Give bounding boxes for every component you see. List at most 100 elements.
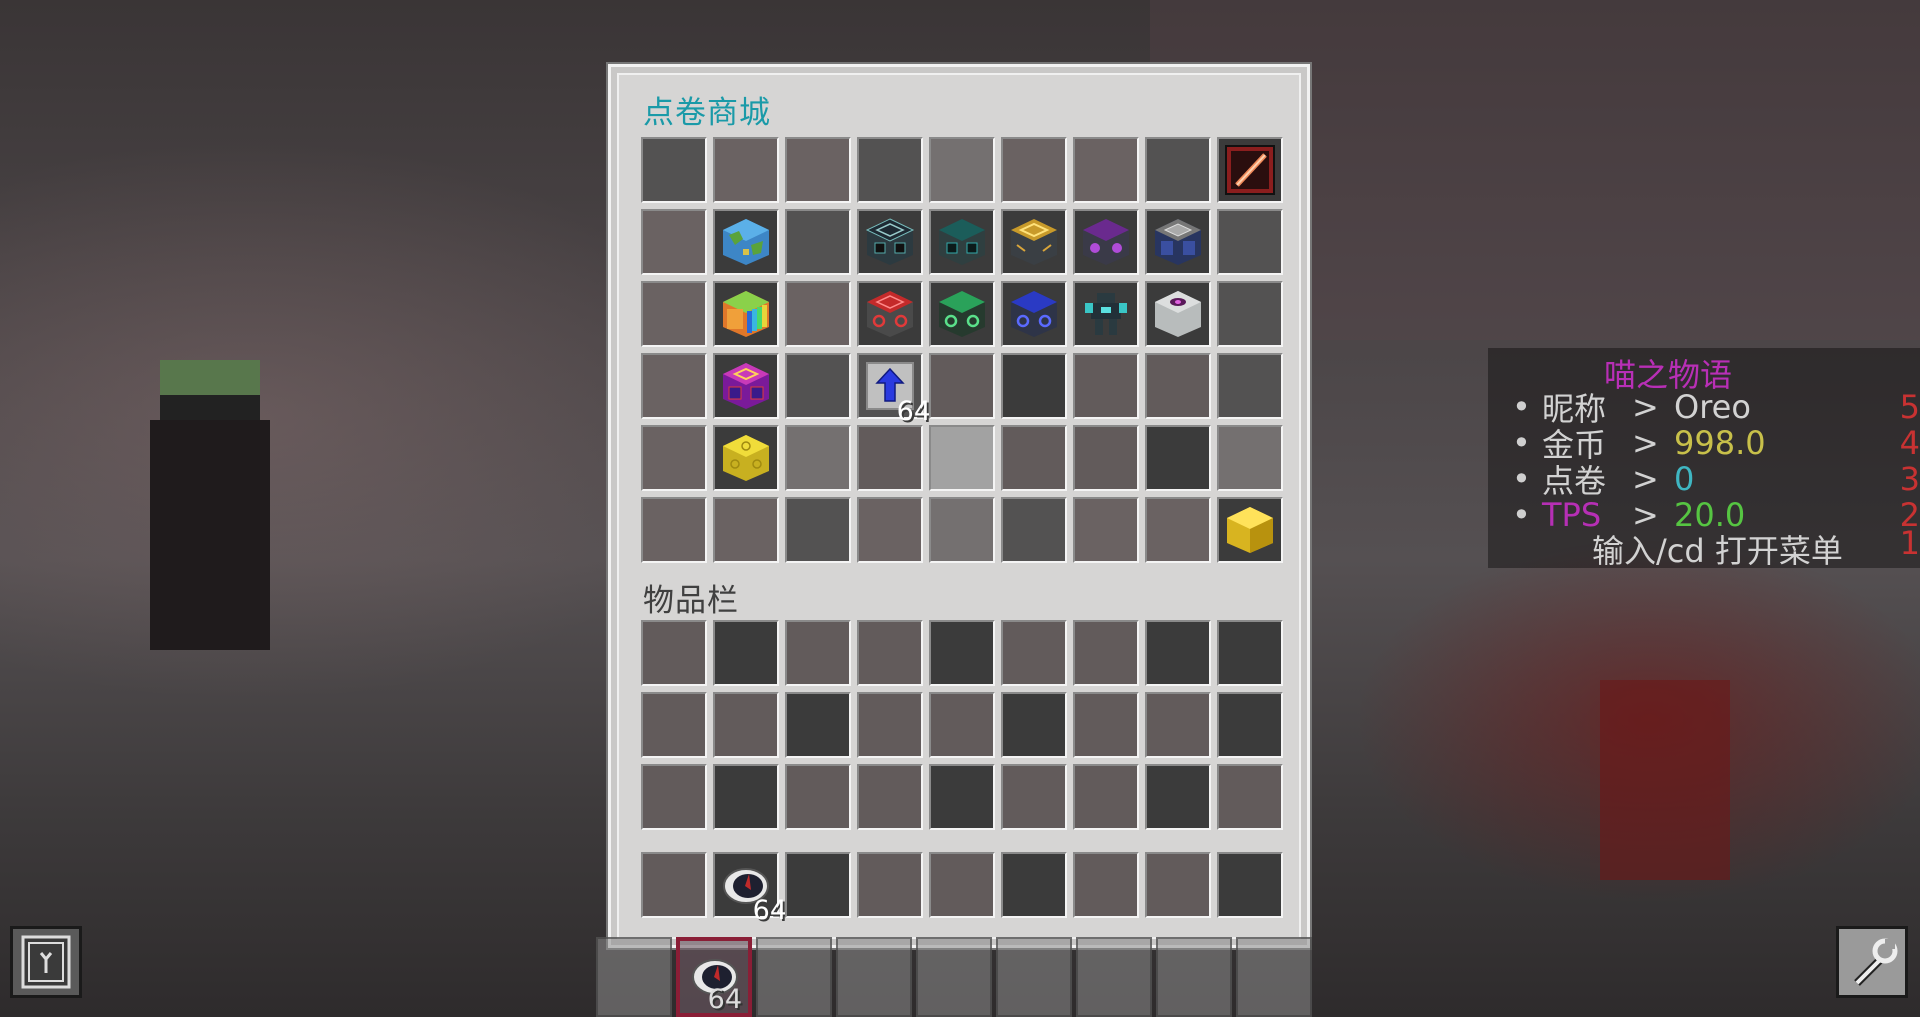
shop-slot[interactable]	[1001, 497, 1067, 563]
shop-slot[interactable]	[1217, 425, 1283, 491]
shop-slot[interactable]	[1217, 137, 1283, 203]
shop-slot[interactable]	[713, 497, 779, 563]
inventory-slot[interactable]	[1145, 692, 1211, 758]
shop-slot[interactable]	[1001, 425, 1067, 491]
inventory-slot[interactable]	[857, 764, 923, 830]
shop-slot[interactable]	[1001, 209, 1067, 275]
inventory-hotbar-slot[interactable]: 64	[713, 852, 787, 926]
inventory-slot[interactable]	[1217, 692, 1283, 758]
shop-slot[interactable]	[641, 281, 707, 347]
inventory-slot[interactable]	[1217, 620, 1283, 686]
shop-slot[interactable]	[1217, 353, 1283, 419]
shop-slot[interactable]	[929, 425, 995, 491]
shop-slot[interactable]	[785, 281, 851, 347]
shop-slot[interactable]	[1073, 209, 1139, 275]
shop-slot[interactable]	[929, 209, 995, 275]
inventory-slot[interactable]	[857, 620, 923, 686]
shop-slot[interactable]	[1001, 353, 1067, 419]
inventory-slot[interactable]	[1073, 692, 1139, 758]
hotbar-slot[interactable]	[1236, 937, 1312, 1017]
hotbar-slot[interactable]	[916, 937, 992, 1017]
inventory-hotbar-slot[interactable]	[641, 852, 707, 918]
inventory-hotbar-slot[interactable]	[1073, 852, 1139, 918]
shop-slot[interactable]	[1145, 281, 1211, 347]
hotbar-slot[interactable]	[1156, 937, 1232, 1017]
inventory-slot[interactable]	[1001, 620, 1067, 686]
shop-slot[interactable]	[641, 137, 707, 203]
inventory-slot[interactable]	[785, 764, 851, 830]
wrench-icon[interactable]	[1836, 926, 1908, 998]
inventory-hotbar-slot[interactable]	[1217, 852, 1283, 918]
shop-slot[interactable]	[641, 497, 707, 563]
shop-slot[interactable]	[929, 497, 995, 563]
inventory-hotbar-slot[interactable]	[857, 852, 923, 918]
shop-slot[interactable]	[641, 209, 707, 275]
inventory-slot[interactable]	[1001, 692, 1067, 758]
inventory-hotbar-slot[interactable]	[1001, 852, 1067, 918]
inventory-slot[interactable]	[641, 692, 707, 758]
shop-slot[interactable]	[929, 281, 995, 347]
shop-slot[interactable]	[785, 497, 851, 563]
inventory-slot[interactable]	[641, 764, 707, 830]
shop-slot[interactable]	[785, 137, 851, 203]
shop-slot[interactable]	[713, 353, 779, 419]
shop-slot[interactable]	[785, 425, 851, 491]
inventory-slot[interactable]	[1073, 620, 1139, 686]
hotbar-slot[interactable]	[836, 937, 912, 1017]
shop-slot[interactable]	[1073, 353, 1139, 419]
shop-slot[interactable]	[785, 209, 851, 275]
inventory-slot[interactable]	[785, 620, 851, 686]
inventory-slot[interactable]	[1217, 764, 1283, 830]
shop-slot[interactable]	[713, 281, 779, 347]
inventory-slot[interactable]	[785, 692, 851, 758]
shop-slot[interactable]	[1073, 137, 1139, 203]
inventory-slot[interactable]	[929, 620, 995, 686]
shop-slot[interactable]	[857, 425, 923, 491]
inventory-slot[interactable]	[929, 764, 995, 830]
shop-slot[interactable]	[1145, 497, 1211, 563]
shop-slot[interactable]	[1145, 137, 1211, 203]
shop-slot[interactable]	[1073, 425, 1139, 491]
hotbar-slot[interactable]: 64	[676, 937, 752, 1017]
shop-slot[interactable]: 64	[857, 353, 931, 427]
shop-slot[interactable]	[1217, 209, 1283, 275]
inventory-hotbar-slot[interactable]	[1145, 852, 1211, 918]
shop-slot[interactable]	[1001, 281, 1067, 347]
inventory-slot[interactable]	[641, 620, 707, 686]
shop-slot[interactable]	[929, 353, 995, 419]
shop-slot[interactable]	[1217, 281, 1283, 347]
shop-slot[interactable]	[1073, 497, 1139, 563]
shop-slot[interactable]	[641, 425, 707, 491]
inventory-slot[interactable]	[1001, 764, 1067, 830]
shop-slot[interactable]	[1145, 209, 1211, 275]
shop-slot[interactable]	[1073, 281, 1139, 347]
inventory-hotbar-slot[interactable]	[929, 852, 995, 918]
shop-slot[interactable]	[929, 137, 995, 203]
shop-slot[interactable]	[1145, 353, 1211, 419]
hotbar-slot[interactable]	[596, 937, 672, 1017]
shop-slot[interactable]	[1001, 137, 1067, 203]
hotbar-slot[interactable]	[996, 937, 1072, 1017]
shop-slot[interactable]	[785, 353, 851, 419]
inventory-slot[interactable]	[929, 692, 995, 758]
hotbar-slot[interactable]	[1076, 937, 1152, 1017]
shop-slot[interactable]	[857, 497, 923, 563]
hotbar-slot[interactable]	[756, 937, 832, 1017]
inventory-slot[interactable]	[1073, 764, 1139, 830]
shop-slot[interactable]	[641, 353, 707, 419]
inventory-slot[interactable]	[713, 764, 779, 830]
inventory-slot[interactable]	[1145, 764, 1211, 830]
inventory-slot[interactable]	[713, 620, 779, 686]
inventory-slot[interactable]	[1145, 620, 1211, 686]
inventory-slot[interactable]	[857, 692, 923, 758]
shop-slot[interactable]	[713, 425, 779, 491]
shop-slot[interactable]	[1145, 425, 1211, 491]
shop-slot[interactable]	[857, 137, 923, 203]
shop-slot[interactable]	[713, 137, 779, 203]
shop-slot[interactable]	[1217, 497, 1283, 563]
shop-slot[interactable]	[857, 209, 923, 275]
inventory-slot[interactable]	[713, 692, 779, 758]
shop-slot[interactable]	[857, 281, 923, 347]
inventory-hotbar-slot[interactable]	[785, 852, 851, 918]
shop-slot[interactable]	[713, 209, 779, 275]
